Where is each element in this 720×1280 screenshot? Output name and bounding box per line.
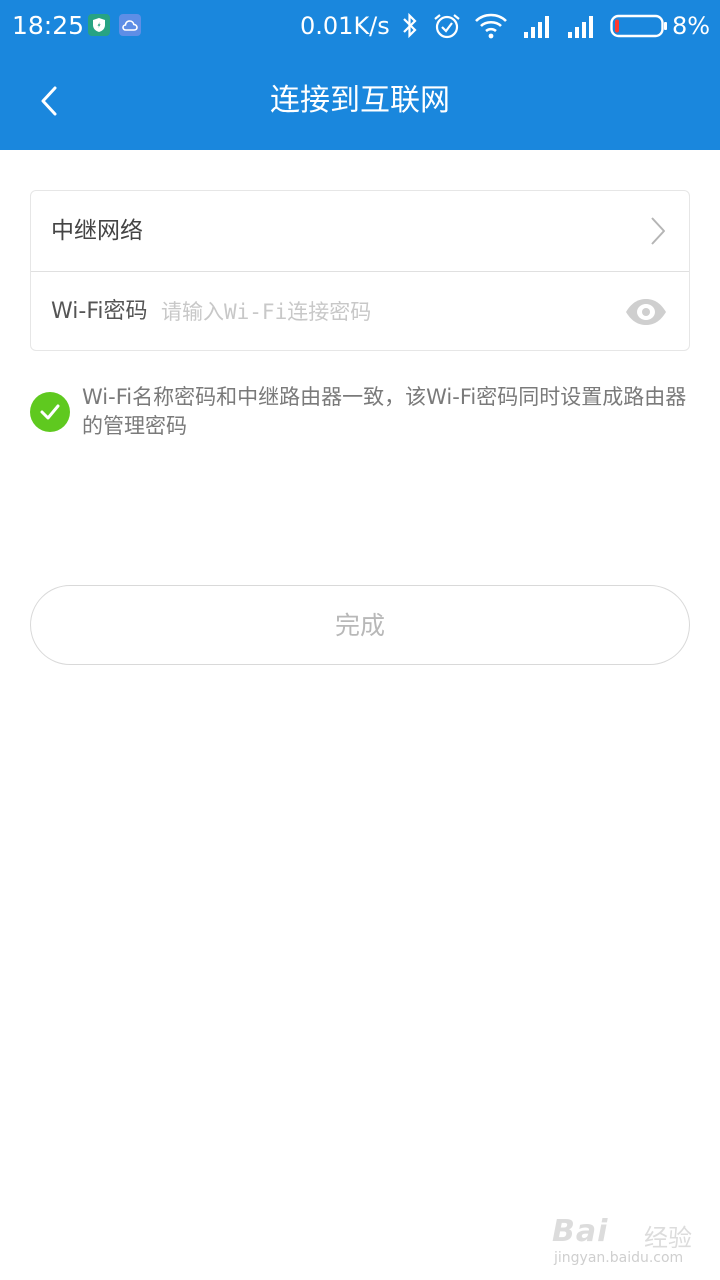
eye-icon[interactable] [625, 296, 667, 328]
chevron-left-icon [41, 86, 57, 116]
alarm-icon [432, 12, 462, 44]
back-button[interactable] [24, 76, 74, 126]
page-title: 连接到互联网 [270, 83, 450, 118]
chevron-right-icon [649, 215, 667, 251]
settings-card: 中继网络 Wi-Fi密码 [30, 190, 690, 351]
status-time: 18:25 [12, 11, 85, 40]
checkmark-icon [40, 404, 60, 420]
wifi-password-label: Wi-Fi密码 [51, 299, 148, 324]
signal-icon [522, 12, 554, 44]
shield-badge-icon [88, 14, 110, 36]
battery-percent: 8% [672, 12, 711, 40]
app-bar: 连接到互联网 [0, 52, 720, 150]
relay-network-label: 中继网络 [51, 218, 143, 244]
network-speed: 0.01K/s [300, 12, 390, 40]
status-bar: 18:25 0.01K/s 8% [0, 0, 720, 52]
bluetooth-icon [400, 12, 420, 44]
signal-icon-2 [566, 12, 598, 44]
wifi-password-input[interactable] [161, 292, 601, 332]
done-button[interactable]: 完成 [30, 585, 690, 665]
agree-checkbox[interactable] [30, 392, 70, 432]
wifi-icon [474, 12, 508, 44]
baidu-watermark: Bai 经验 jingyan.baidu.com [552, 1214, 712, 1270]
watermark-url: jingyan.baidu.com [554, 1250, 684, 1266]
watermark-brand: Bai [552, 1214, 609, 1249]
relay-network-row[interactable]: 中继网络 [31, 191, 689, 271]
watermark-suffix: 经验 [644, 1224, 692, 1252]
cloud-badge-icon [119, 14, 141, 36]
battery-icon [610, 14, 668, 42]
wifi-password-row: Wi-Fi密码 [31, 271, 689, 351]
notice-text: Wi-Fi名称密码和中继路由器一致，该Wi-Fi密码同时设置成路由器的管理密码 [82, 385, 687, 438]
